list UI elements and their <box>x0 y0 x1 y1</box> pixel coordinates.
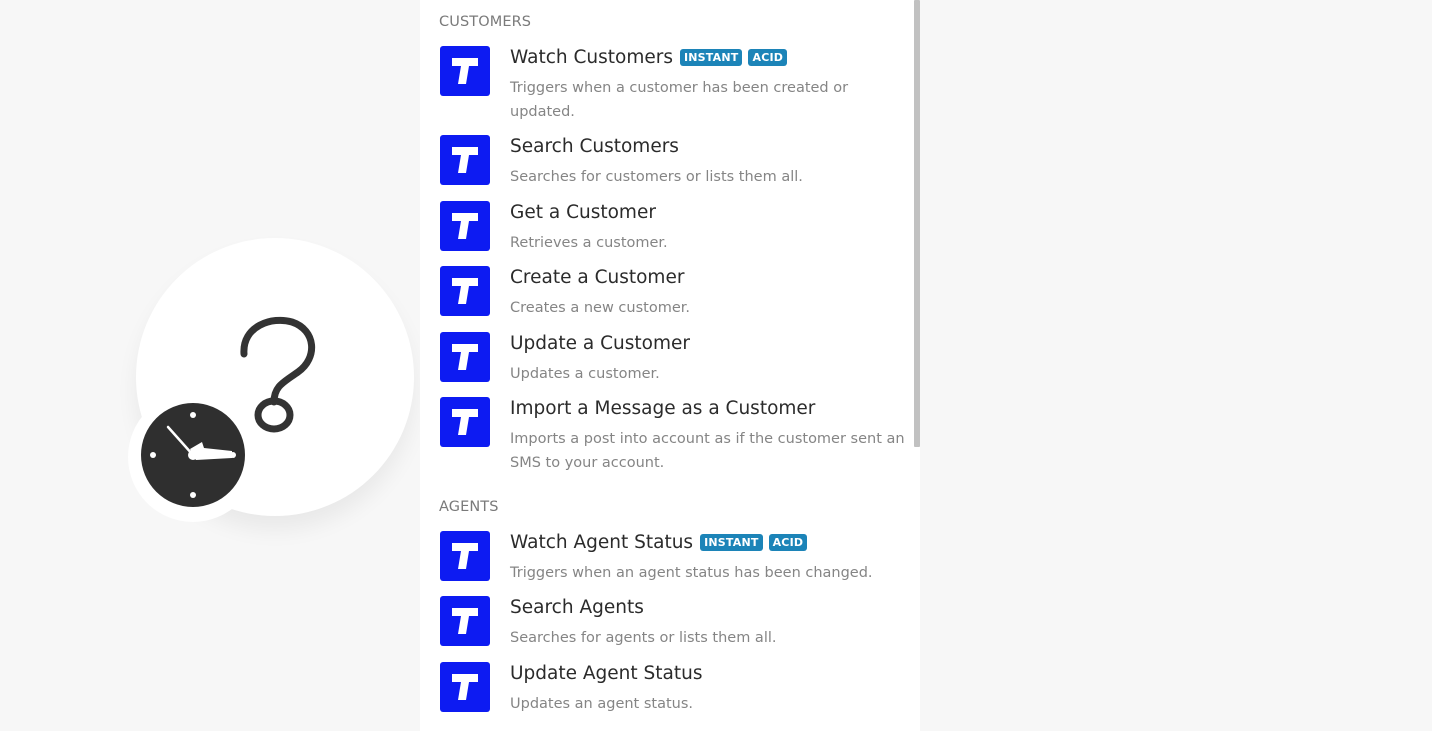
action-item-label: Search Customers <box>510 136 679 157</box>
badge-instant: INSTANT <box>700 534 763 551</box>
action-item-label: Get a Customer <box>510 202 656 223</box>
clock-icon[interactable] <box>140 402 246 508</box>
app-logo-icon <box>440 266 490 316</box>
action-item-label: Search Agents <box>510 597 644 618</box>
action-item-title: Watch Agent Status INSTANT ACID <box>510 532 808 553</box>
action-item-description: Triggers when a customer has been create… <box>510 80 849 120</box>
app-logo-icon <box>440 46 490 96</box>
action-item-label: Create a Customer <box>510 267 685 288</box>
app-logo-icon <box>440 135 490 185</box>
action-item-title: Search Agents <box>510 597 644 618</box>
action-item-label: Import a Message as a Customer <box>510 398 816 419</box>
question-mark-icon <box>240 316 316 433</box>
app-logo-icon <box>440 662 490 712</box>
action-item-label: Update Agent Status <box>510 663 703 684</box>
action-item-title: Search Customers <box>510 136 679 157</box>
action-item-description: Updates a customer. <box>510 366 660 382</box>
action-item-label: Update a Customer <box>510 333 690 354</box>
action-item-title: Import a Message as a Customer <box>510 398 815 419</box>
action-item-title: Update Agent Status <box>510 663 702 684</box>
badge-acid: ACID <box>748 49 788 66</box>
action-item-description: Searches for agents or lists them all. <box>510 630 777 646</box>
action-item-title: Create a Customer <box>510 267 684 288</box>
action-item-description: Updates an agent status. <box>510 696 694 712</box>
action-item-title: Watch Customers INSTANT ACID <box>510 47 788 68</box>
action-item-description: Searches for customers or lists them all… <box>510 169 803 185</box>
action-item-title: Get a Customer <box>510 202 656 223</box>
action-item-description: Imports a post into account as if the cu… <box>510 431 905 471</box>
app-logo-icon <box>440 596 490 646</box>
panel-scrollbar[interactable] <box>914 0 920 447</box>
action-item-description: Creates a new customer. <box>510 300 690 316</box>
section-title-agents: AGENTS <box>439 499 499 515</box>
badge-acid: ACID <box>768 534 808 551</box>
action-item-description: Retrieves a customer. <box>510 235 668 251</box>
action-item-label: Watch Agent Status <box>510 532 694 553</box>
module-action-list[interactable]: CUSTOMERS Watch Customers INSTANT ACID Trigg… <box>420 0 920 731</box>
section-title-customers: CUSTOMERS <box>439 14 532 30</box>
app-logo-icon <box>440 397 490 447</box>
action-item-description: Triggers when an agent status has been c… <box>510 565 873 581</box>
app-logo-icon <box>440 332 490 382</box>
badge-instant: INSTANT <box>679 49 743 66</box>
action-item-title: Update a Customer <box>510 333 690 354</box>
action-item-label: Watch Customers <box>510 47 673 68</box>
app-logo-icon <box>440 531 490 581</box>
scenario-canvas: CUSTOMERS Watch Customers INSTANT ACID Trigg… <box>0 0 1432 731</box>
app-logo-icon <box>440 201 490 251</box>
